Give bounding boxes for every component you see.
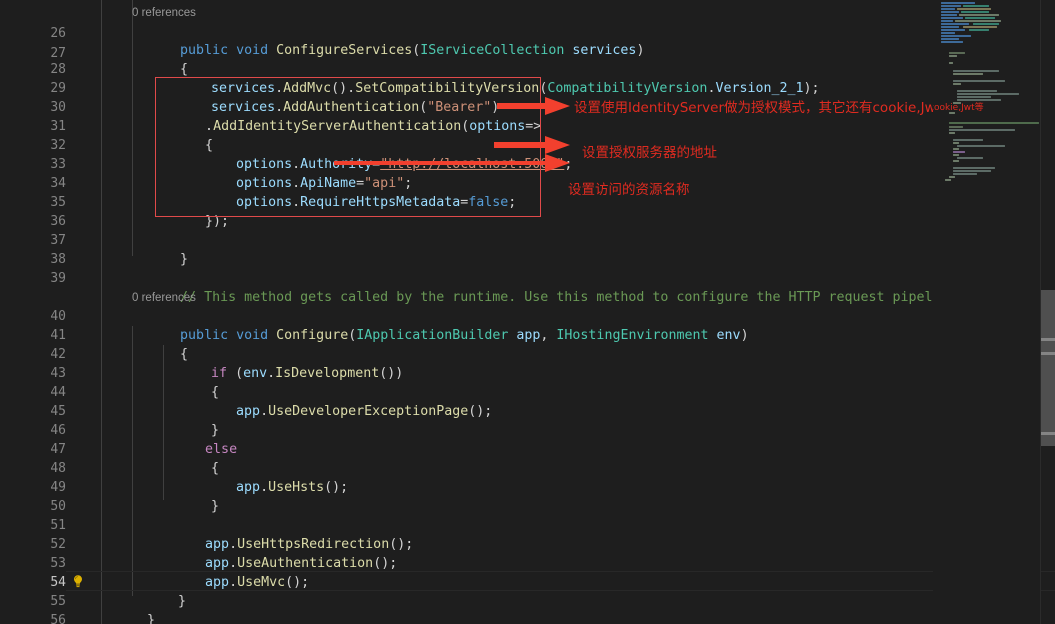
code-line[interactable]: { [0,363,1055,400]
code-line[interactable]: } [0,401,1055,438]
code-line[interactable]: if (env.IsDevelopment()) [0,344,1055,381]
code-editor[interactable]: 26 27 28 29 30 31 32 33 34 35 36 37 38 3… [0,0,1055,624]
annotation-note-auth-mode: 设置使用IdentityServer做为授权模式，其它还有cookie,Jwt等 [574,100,955,116]
code-line[interactable]: options.Authority="http://localhost:5000… [0,135,1055,172]
code-line[interactable]: public void ConfigureServices(IServiceCo… [0,21,1055,58]
overview-ruler-mark [1041,338,1055,341]
overview-ruler-mark [1041,352,1055,355]
codelens-references[interactable]: 0 references [132,290,196,307]
annotation-note-authority: 设置授权服务器的地址 [582,145,717,161]
code-line[interactable]: app.UseDeveloperExceptionPage(); [0,382,1055,419]
vertical-scrollbar[interactable] [1041,0,1055,624]
code-line[interactable]: }); [0,192,1055,229]
token-comment: // This method gets called by the runtim… [180,289,965,305]
scrollbar-thumb[interactable] [1041,290,1055,446]
minimap-annotation-overlay: cookie,Jwt等 [933,103,984,113]
code-line[interactable]: options.RequireHttpsMetadata=false; [0,173,1055,210]
code-line[interactable]: { [0,325,1055,362]
code-line[interactable]: } [0,610,1055,624]
code-line[interactable]: app.UseHttpsRedirection(); [0,515,1055,552]
overview-ruler-mark [1041,432,1055,435]
annotation-note-apiname: 设置访问的资源名称 [568,182,690,198]
minimap[interactable]: cookie,Jwt等 [933,0,1041,624]
code-content[interactable]: 0 references public void ConfigureServic… [0,0,1055,624]
code-line[interactable]: { [0,439,1055,476]
code-line[interactable]: { [0,116,1055,153]
code-line[interactable]: } [0,230,1055,267]
code-line[interactable]: else [0,420,1055,457]
code-line[interactable]: options.ApiName="api"; [0,154,1055,191]
code-line[interactable]: } [0,477,1055,514]
code-line[interactable]: services.AddMvc().SetCompatibilityVersio… [0,59,1055,96]
code-line[interactable]: { [0,40,1055,77]
code-line-active[interactable]: } [0,572,1055,609]
code-line[interactable]: services.AddAuthentication("Bearer") [0,78,1055,115]
code-line[interactable]: app.UseAuthentication(); [0,534,1055,571]
codelens-references[interactable]: 0 references [132,5,196,22]
code-line[interactable]: // This method gets called by the runtim… [0,268,1055,305]
code-line[interactable]: app.UseHsts(); [0,458,1055,495]
code-line[interactable]: app.UseMvc(); [0,553,1055,590]
code-line[interactable]: } [0,591,1055,624]
code-line[interactable]: public void Configure(IApplicationBuilde… [0,306,1055,343]
